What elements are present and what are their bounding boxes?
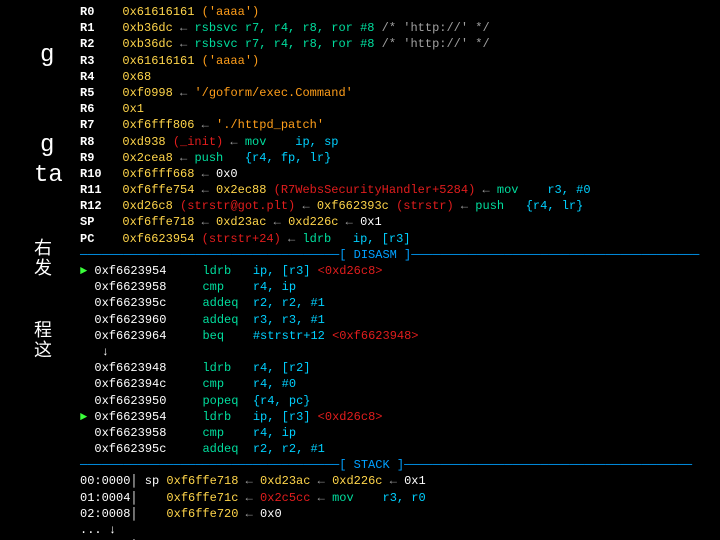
disasm-header: ────────────────────────────────────[ DI… — [80, 247, 699, 263]
reg-row-r0: R0 0x61616161 ('aaaa') — [80, 4, 699, 20]
bg-char: ta — [34, 160, 63, 192]
stack-row: 01:0004│ 0xf6ffe71c ← 0x2c5cc ← mov r3, … — [80, 490, 699, 506]
debugger-panel: R0 0x61616161 ('aaaa') R1 0xb36dc ← rsbs… — [80, 4, 699, 540]
reg-row-r12: R12 0xd26c8 (strstr@got.plt) ← 0xf662393… — [80, 198, 699, 214]
bg-char: 发 — [34, 258, 52, 282]
reg-row-sp: SP 0xf6ffe718 ← 0xd23ac ← 0xd226c ← 0x1 — [80, 214, 699, 230]
reg-row-r11: R11 0xf6ffe754 ← 0x2ec88 (R7WebsSecurity… — [80, 182, 699, 198]
bg-char: g — [40, 40, 54, 72]
bg-char: g — [40, 130, 54, 162]
reg-row-r3: R3 0x61616161 ('aaaa') — [80, 53, 699, 69]
disasm-row: 0xf662395c addeq r2, r2, #1 — [80, 441, 699, 457]
reg-row-r10: R10 0xf6fff668 ← 0x0 — [80, 166, 699, 182]
disasm-row: 0xf662394c cmp r4, #0 — [80, 376, 699, 392]
disasm-row: 0xf662395c addeq r2, r2, #1 — [80, 295, 699, 311]
stack-row: 02:0008│ 0xf6ffe720 ← 0x0 — [80, 506, 699, 522]
reg-row-r7: R7 0xf6fff806 ← './httpd_patch' — [80, 117, 699, 133]
disasm-row: ► 0xf6623954 ldrb ip, [r3] <0xd26c8> — [80, 409, 699, 425]
disasm-row: 0xf6623958 cmp r4, ip — [80, 279, 699, 295]
reg-row-r5: R5 0xf0998 ← '/goform/exec.Command' — [80, 85, 699, 101]
disasm-row: 0xf6623948 ldrb r4, [r2] — [80, 360, 699, 376]
reg-row-pc: PC 0xf6623954 (strstr+24) ← ldrb ip, [r3… — [80, 231, 699, 247]
reg-row-r6: R6 0x1 — [80, 101, 699, 117]
reg-row-r4: R4 0x68 — [80, 69, 699, 85]
disasm-row: 0xf6623950 popeq {r4, pc} — [80, 393, 699, 409]
stack-row: ... ↓ — [80, 522, 699, 538]
disasm-row: ↓ — [80, 344, 699, 360]
reg-row-r8: R8 0xd938 (_init) ← mov ip, sp — [80, 134, 699, 150]
bg-char: 这 — [34, 340, 52, 364]
reg-row-r2: R2 0xb36dc ← rsbsvc r7, r4, r8, ror #8 /… — [80, 36, 699, 52]
reg-row-r1: R1 0xb36dc ← rsbsvc r7, r4, r8, ror #8 /… — [80, 20, 699, 36]
debugger-screenshot: g g ta 右 发 程 这 R0 0x61616161 ('aaaa') R1… — [0, 0, 720, 540]
disasm-row: 0xf6623964 beq #strstr+12 <0xf6623948> — [80, 328, 699, 344]
disasm-row: ► 0xf6623954 ldrb ip, [r3] <0xd26c8> — [80, 263, 699, 279]
disasm-row: 0xf6623960 addeq r3, r3, #1 — [80, 312, 699, 328]
disasm-row: 0xf6623958 cmp r4, ip — [80, 425, 699, 441]
stack-header: ────────────────────────────────────[ ST… — [80, 457, 699, 473]
reg-row-r9: R9 0x2cea8 ← push {r4, fp, lr} — [80, 150, 699, 166]
stack-row: 00:0000│ sp 0xf6ffe718 ← 0xd23ac ← 0xd22… — [80, 473, 699, 489]
